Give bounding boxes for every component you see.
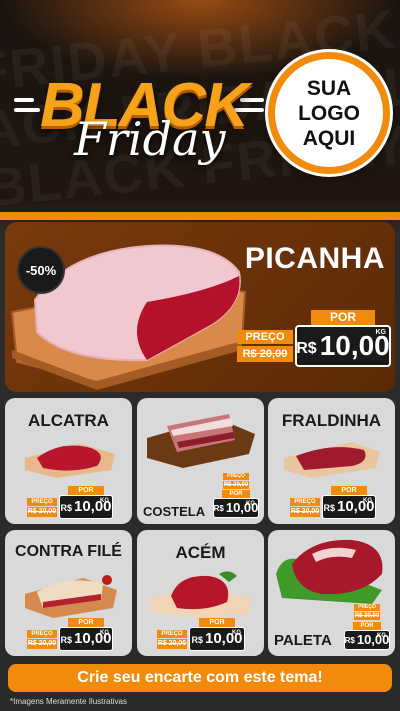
new-price: POR R$ 10,00 KG xyxy=(322,486,376,519)
new-price: POR R$ 10,00 KG xyxy=(59,486,113,519)
product-name: ACÉM xyxy=(175,543,226,562)
product-name: PALETA xyxy=(274,632,332,649)
black-friday-logo: BLACK Friday xyxy=(14,66,266,176)
new-price: POR R$ 10,00 KG xyxy=(213,490,259,518)
product-name: ALCATRA xyxy=(28,411,109,430)
logo-line xyxy=(14,98,34,102)
product-card-costela: COSTELA PREÇO R$ 20,00 POR R$ 10,00 KG xyxy=(137,398,264,524)
flyer-page: FRIDAY BLACK FRIDAY ACK FRIDAY BLACK BLA… xyxy=(0,0,400,711)
product-card-alcatra: ALCATRA PREÇO R$ 20,00 POR R$ 10,00 KG xyxy=(5,398,132,524)
acem-image xyxy=(151,571,251,618)
product-card-paleta: PALETA PREÇO R$ 20,00 POR R$ 10,00 KG xyxy=(268,530,395,656)
disclaimer-text: *Imagens Meramente Ilustrativas xyxy=(10,697,127,706)
hero-old-price: PREÇO R$ 20,00 xyxy=(237,330,293,362)
old-price: PREÇO R$ 20,00 xyxy=(223,473,249,489)
logo-line xyxy=(14,108,40,112)
hero-new-price: POR R$ 10,00 KG xyxy=(295,310,391,367)
alcatra-image xyxy=(25,444,115,478)
product-card-fraldinha: FRALDINHA PREÇO R$ 20,00 POR R$ 10,00 KG xyxy=(268,398,395,524)
fraldinha-image xyxy=(284,442,380,478)
paleta-image xyxy=(276,539,383,604)
old-price: PREÇO R$ 20,00 xyxy=(290,498,320,517)
new-price: POR R$ 10,00 KG xyxy=(59,618,113,651)
old-price: PREÇO R$ 20,00 xyxy=(354,604,380,620)
new-price-label: POR xyxy=(311,310,375,325)
old-price-label: PREÇO xyxy=(237,330,293,344)
hero-product-card: -50% PICANHA PREÇO R$ 20,00 POR R$ 10,00… xyxy=(5,222,395,392)
logo-friday-text: Friday xyxy=(74,112,226,166)
discount-badge: -50% xyxy=(17,246,65,294)
create-flyer-button[interactable]: Crie seu encarte com este tema! xyxy=(8,664,392,692)
product-card-acem: ACÉM PREÇO R$ 20,00 POR R$ 10,00 KG xyxy=(137,530,264,656)
hero-product-name: PICANHA xyxy=(244,242,385,275)
product-name: COSTELA xyxy=(143,504,206,519)
new-price: POR R$ 10,00 KG xyxy=(189,618,245,651)
product-name: CONTRA FILÉ xyxy=(15,543,122,560)
old-price: PREÇO R$ 20,00 xyxy=(27,630,57,649)
old-price: PREÇO R$ 20,00 xyxy=(157,630,187,649)
old-price-value: R$ 20,00 xyxy=(237,346,293,362)
orange-divider xyxy=(0,212,400,220)
product-name: FRALDINHA xyxy=(281,411,382,430)
logo-placeholder: SUA LOGO AQUI xyxy=(268,52,390,174)
new-price: POR R$ 10,00 KG xyxy=(344,622,390,650)
contra-file-image xyxy=(25,575,117,618)
old-price: PREÇO R$ 20,00 xyxy=(27,498,57,517)
costela-image xyxy=(147,414,255,468)
product-card-contra-file: CONTRA FILÉ PREÇO R$ 20,00 POR R$ 10,00 … xyxy=(5,530,132,656)
new-price-value: R$ 10,00 KG xyxy=(295,325,391,367)
